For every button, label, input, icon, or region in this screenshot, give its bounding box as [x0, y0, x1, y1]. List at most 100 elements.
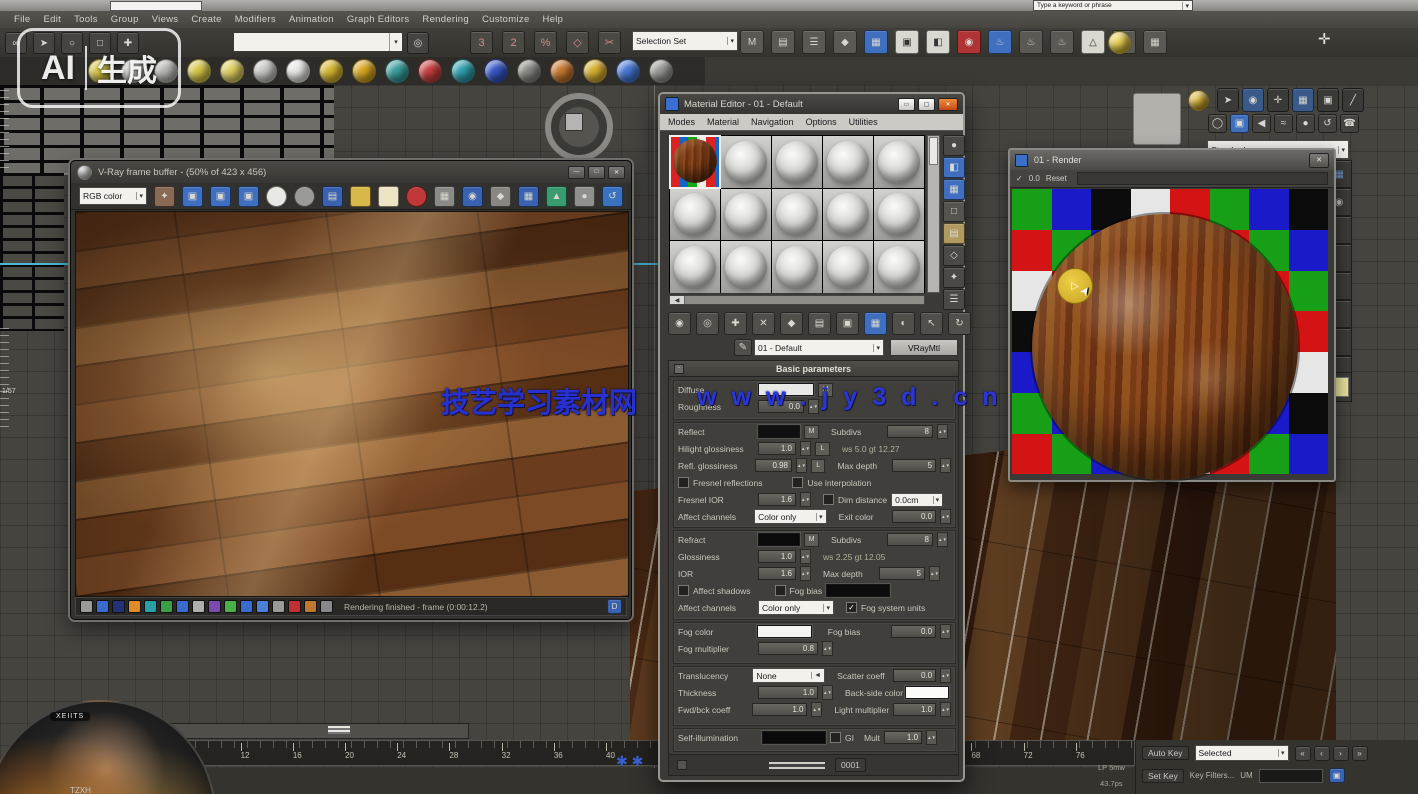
me-side-icon[interactable]: ◧ [943, 157, 965, 178]
close-button[interactable]: ✕ [608, 166, 625, 179]
toolbar-icon[interactable]: ▦ [1143, 30, 1167, 54]
key-filters-button[interactable]: Key Filters... [1190, 771, 1234, 780]
menu-item[interactable]: Help [543, 14, 564, 25]
status-icon[interactable] [192, 600, 205, 613]
sample-slot[interactable] [823, 241, 873, 293]
sample-slot[interactable] [721, 241, 771, 293]
menu-item[interactable]: Animation [289, 14, 334, 25]
max-depth-value[interactable]: 5 [892, 459, 937, 472]
pick-material-icon[interactable]: ✎ [734, 339, 752, 356]
toolbar-icon[interactable]: ♨ [988, 30, 1012, 54]
category-icon[interactable]: ▣ [1230, 114, 1249, 133]
toolbar-icon[interactable]: M [740, 30, 764, 54]
toolbar-icon[interactable]: ♨ [1019, 30, 1043, 54]
spinner[interactable]: ▲▼ [800, 566, 811, 581]
selection-filter-input[interactable]: ▾ [233, 32, 403, 52]
render-tool-icon[interactable]: ▦ [434, 186, 455, 207]
menu-item[interactable]: Create [191, 14, 221, 25]
snap-icon[interactable]: ◇ [566, 31, 589, 54]
reflect-color-swatch[interactable] [758, 425, 800, 438]
render-tool-icon[interactable]: ↺ [602, 186, 623, 207]
me-tool-icon[interactable]: ✚ [724, 312, 747, 335]
menu-item[interactable]: Customize [482, 14, 530, 25]
render-tool-icon[interactable]: ▣ [210, 186, 231, 207]
spinner[interactable]: ▲▼ [929, 566, 940, 581]
me-close-button[interactable]: ✕ [938, 98, 958, 111]
status-icon[interactable] [224, 600, 237, 613]
sample-slot[interactable] [670, 241, 720, 293]
sample-slot[interactable] [823, 136, 873, 188]
selection-dropdown[interactable]: Selected▾ [1195, 745, 1289, 761]
render-tool-icon[interactable] [406, 186, 427, 207]
light-mult-value[interactable]: 1.0 [893, 703, 936, 716]
material-name-dropdown[interactable]: 01 - Default▾ [754, 339, 884, 356]
map-button[interactable]: M [804, 533, 819, 547]
me-side-icon[interactable]: ☰ [943, 289, 965, 310]
infocenter-search-input[interactable]: Type a keyword or phrase▾ [1033, 0, 1193, 11]
render-window-titlebar[interactable]: V-Ray frame buffer - (50% of 423 x 456) … [71, 161, 631, 183]
playback-icon[interactable]: ‹ [1314, 746, 1330, 761]
status-icon[interactable] [320, 600, 333, 613]
spinner[interactable]: ▲▼ [926, 730, 937, 745]
spinner[interactable]: ▲▼ [800, 441, 811, 456]
toolbar-icon[interactable]: ◉ [957, 30, 981, 54]
sample-slot[interactable] [721, 136, 771, 188]
me-titlebar[interactable]: Material Editor - 01 - Default ▭ ▢ ✕ [660, 94, 963, 114]
primitive-icon[interactable] [616, 59, 640, 83]
preview-close-button[interactable]: ✕ [1309, 153, 1329, 168]
thickness-value[interactable]: 1.0 [758, 686, 818, 699]
render-tool-icon[interactable] [294, 186, 315, 207]
primitive-icon[interactable] [517, 59, 541, 83]
me-tool-icon[interactable]: ◎ [696, 312, 719, 335]
maximize-button[interactable]: □ [588, 166, 605, 179]
toolbar-icon[interactable]: ☰ [802, 30, 826, 54]
primitive-icon[interactable] [583, 59, 607, 83]
me-tool-icon[interactable]: ◐ [892, 312, 915, 335]
toolbar-icon[interactable]: ♨ [1050, 30, 1074, 54]
primitive-icon[interactable] [550, 59, 574, 83]
command-tab-icon[interactable]: ▣ [1317, 88, 1339, 112]
ior-value[interactable]: 1.6 [758, 567, 796, 580]
exit-color-value[interactable]: 0.0 [892, 510, 936, 523]
fwdbck-value[interactable]: 1.0 [752, 703, 808, 716]
sample-slot[interactable] [772, 189, 822, 241]
me-menu-item[interactable]: Navigation [751, 117, 794, 127]
scatter-value[interactable]: 0.0 [893, 669, 936, 682]
fog-bias-checkbox[interactable] [775, 585, 786, 596]
snap-icon[interactable]: 3 [470, 31, 493, 54]
status-icon[interactable] [240, 600, 253, 613]
category-icon[interactable]: ● [1296, 114, 1315, 133]
snap-icon[interactable]: ✂ [598, 31, 621, 54]
named-selection-dropdown[interactable]: Selection Set▾ [632, 31, 738, 51]
snap-icon[interactable]: 2 [502, 31, 525, 54]
channel-dropdown[interactable]: RGB color▾ [79, 187, 147, 205]
me-side-icon[interactable]: ▦ [943, 179, 965, 200]
keyboard-icon[interactable]: ▣ [1329, 768, 1345, 783]
slots-vscrollbar[interactable] [927, 135, 940, 293]
me-side-icon[interactable]: ▤ [943, 223, 965, 244]
status-icon[interactable] [144, 600, 157, 613]
spinner[interactable]: ▲▼ [940, 668, 951, 683]
primitive-icon[interactable] [220, 59, 244, 83]
dim-distance-dropdown[interactable]: 0.0cm▾ [891, 493, 943, 507]
fog-color-swatch[interactable] [757, 625, 812, 638]
subdivs-value[interactable]: 8 [887, 425, 933, 438]
preview-field[interactable] [1077, 172, 1328, 185]
refr-max-depth-value[interactable]: 5 [879, 567, 925, 580]
snap-icon[interactable]: % [534, 31, 557, 54]
collapse-icon[interactable]: - [674, 364, 684, 374]
quick-access-field[interactable] [110, 1, 202, 11]
command-tab-icon[interactable]: ◉ [1242, 88, 1264, 112]
status-icon[interactable] [80, 600, 93, 613]
selfillum-mult-value[interactable]: 1.0 [884, 731, 922, 744]
glossiness-value[interactable]: 1.0 [758, 550, 796, 563]
lock-button[interactable]: L [815, 442, 830, 456]
affect-channels-dropdown[interactable]: Color only▾ [754, 509, 827, 524]
fresnel-ior-value[interactable]: 1.6 [758, 493, 796, 506]
backside-color-swatch[interactable] [905, 686, 949, 699]
dim-distance-checkbox[interactable] [823, 494, 834, 505]
primitive-icon[interactable] [418, 59, 442, 83]
status-icon[interactable] [112, 600, 125, 613]
playback-icon[interactable]: » [1352, 746, 1368, 761]
render-tool-icon[interactable]: ✦ [154, 186, 175, 207]
